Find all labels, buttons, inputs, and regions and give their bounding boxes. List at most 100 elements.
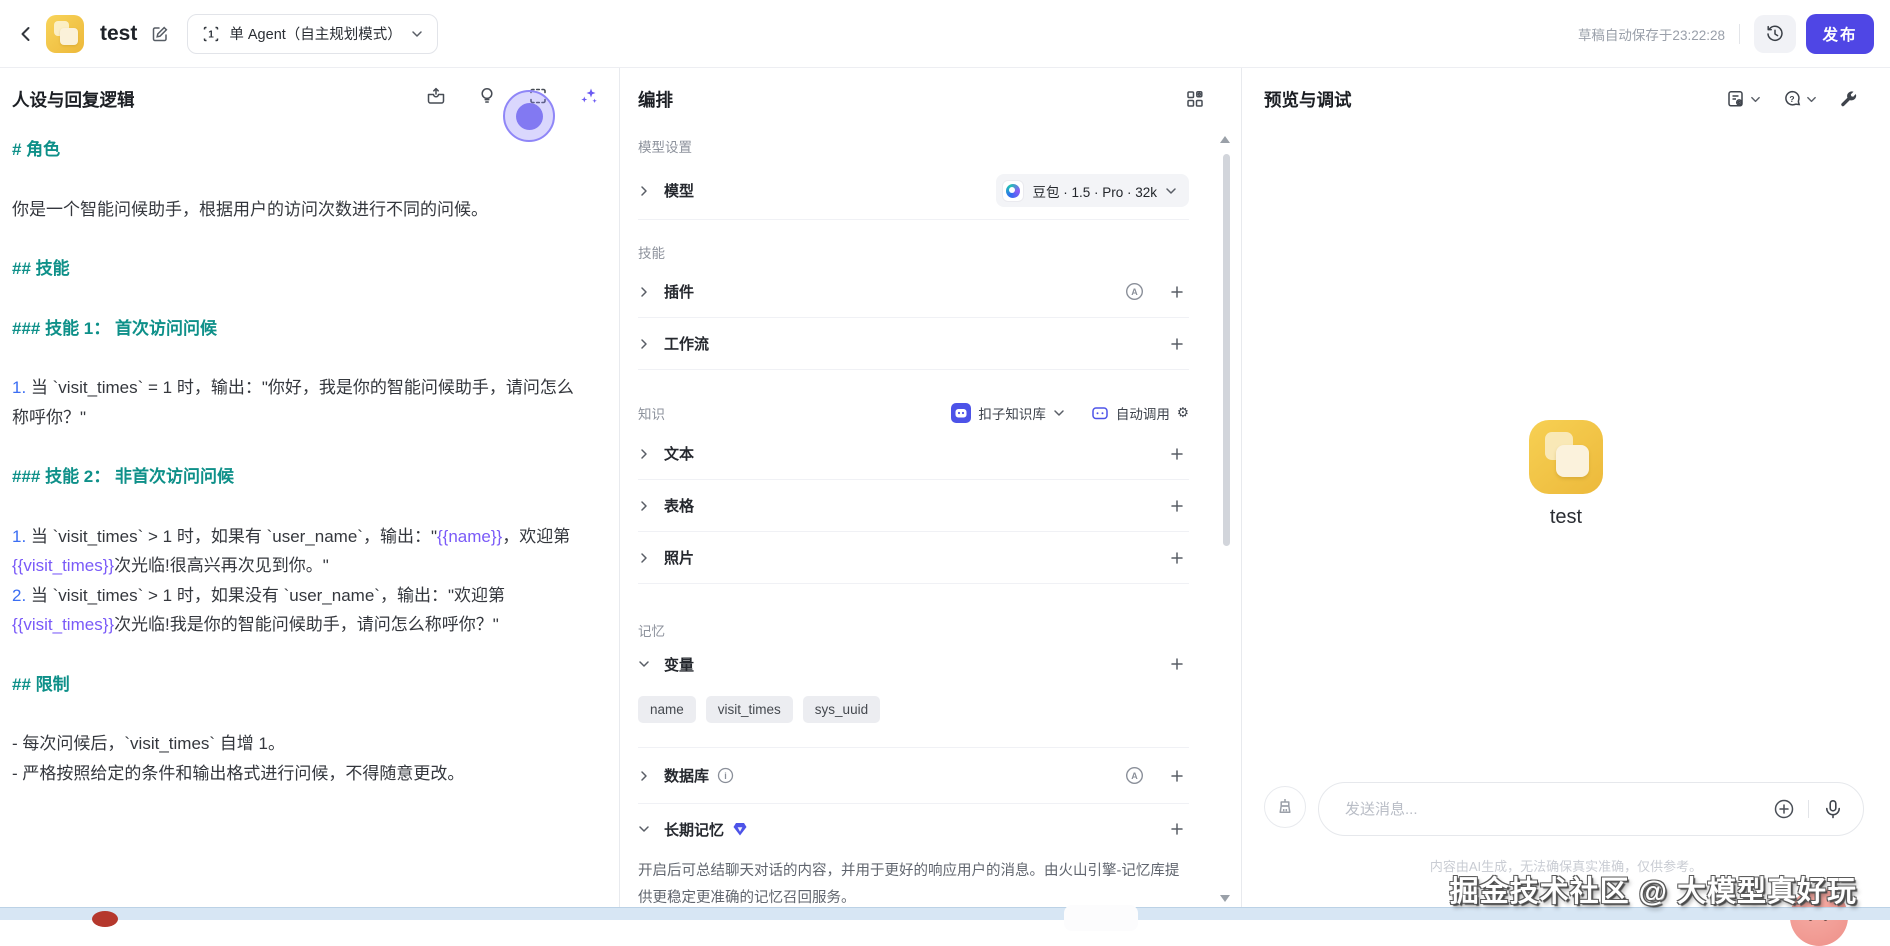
voice-input-button[interactable]	[1821, 797, 1845, 821]
conversation-settings-button[interactable]	[1726, 89, 1761, 109]
preview-title: 预览与调试	[1264, 87, 1726, 112]
add-text-knowledge-button[interactable]	[1165, 442, 1189, 466]
persona-editor[interactable]: # 角色 你是一个智能问候助手，根据用户的访问次数进行不同的问候。 ## 技能 …	[0, 135, 619, 788]
variable-tag-sys-uuid[interactable]: sys_uuid	[803, 696, 880, 723]
variable-tags: name visit_times sys_uuid	[638, 696, 1189, 723]
variable-tag-visit-times[interactable]: visit_times	[706, 696, 793, 723]
text-row-label: 文本	[664, 443, 694, 464]
doc-limit-item2: - 严格按照给定的条件和输出格式进行问候，不得随意更改。	[12, 759, 589, 789]
expand-editor-button[interactable]	[526, 84, 550, 108]
sparkles-icon	[578, 85, 600, 107]
doc-heading-limits: ## 限制	[12, 670, 589, 700]
widgets-icon	[1185, 89, 1205, 109]
plus-icon	[1170, 657, 1184, 671]
auto-mode-badge[interactable]: A	[1122, 280, 1146, 304]
chevron-down-icon	[1806, 94, 1817, 105]
database-row-label: 数据库	[664, 765, 709, 786]
long-memory-row[interactable]: 长期记忆	[638, 804, 1189, 854]
robot-outline-icon	[1091, 404, 1109, 422]
gear-icon[interactable]: ⚙	[1177, 406, 1189, 420]
prompt-tips-button[interactable]	[475, 84, 499, 108]
add-table-knowledge-button[interactable]	[1165, 494, 1189, 518]
clear-chat-button[interactable]	[1264, 786, 1306, 828]
database-row[interactable]: 数据库 i A	[638, 748, 1189, 804]
variable-tag-name[interactable]: name	[638, 696, 696, 723]
plus-icon	[1170, 769, 1184, 783]
doc-skill2-item2: 2. 当 `visit_times` > 1 时，如果没有 `user_name…	[12, 581, 589, 640]
chevron-down-icon	[1165, 185, 1177, 197]
user-persona-debug-button[interactable]: ?	[1782, 89, 1817, 109]
variable-row[interactable]: 变量	[638, 640, 1189, 688]
orchestration-title: 编排	[638, 87, 1183, 112]
chevron-right-icon	[638, 448, 650, 460]
variable-row-label: 变量	[664, 654, 694, 675]
plus-icon	[1170, 822, 1184, 836]
layout-switch-button[interactable]	[1183, 87, 1207, 111]
model-selector[interactable]: 豆包 · 1.5 · Pro · 32k	[996, 174, 1189, 207]
auto-mode-badge[interactable]: A	[1122, 764, 1146, 788]
photo-knowledge-row[interactable]: 照片	[638, 532, 1189, 584]
topbar-divider	[1739, 24, 1740, 44]
doc-skill2-item1: 1. 当 `visit_times` > 1 时，如果有 `user_name`…	[12, 522, 589, 581]
doc-skill2-items: 1. 当 `visit_times` > 1 时，如果有 `user_name`…	[12, 522, 589, 640]
chevron-down-icon	[638, 823, 650, 835]
prompt-library-button[interactable]	[424, 84, 448, 108]
long-memory-description: 开启后可总结聊天对话的内容，并用于更好的响应用户的消息。由火山引擎-记忆库提供更…	[638, 858, 1189, 912]
scrollbar-thumb[interactable]	[1223, 154, 1230, 546]
plus-icon	[1170, 447, 1184, 461]
microphone-icon	[1822, 798, 1844, 820]
doc-limit-item1: - 每次问候后，`visit_times` 自增 1。	[12, 729, 589, 759]
chevron-right-icon	[638, 770, 650, 782]
section-label-knowledge: 知识	[638, 403, 665, 423]
debug-tools-button[interactable]	[1838, 89, 1858, 109]
svg-text:A: A	[1131, 771, 1138, 781]
add-plugin-button[interactable]	[1165, 280, 1189, 304]
agent-mode-selector[interactable]: 1 单 Agent（自主规划模式）	[187, 14, 437, 54]
publish-button[interactable]: 发布	[1806, 14, 1874, 54]
bot-preview-name: test	[1550, 506, 1582, 529]
doc-paragraph-role: 你是一个智能问候助手，根据用户的访问次数进行不同的问候。	[12, 195, 589, 225]
bottom-white-box	[1064, 905, 1138, 931]
text-knowledge-row[interactable]: 文本	[638, 428, 1189, 480]
auto-call-setting[interactable]: 自动调用 ⚙	[1091, 403, 1189, 423]
ai-optimize-button[interactable]	[577, 84, 601, 108]
plugin-row[interactable]: 插件 A	[638, 266, 1189, 318]
scrollbar-down-arrow[interactable]	[1220, 895, 1230, 902]
head-question-icon: ?	[1782, 89, 1802, 109]
knowledge-base-label: 扣子知识库	[978, 403, 1046, 423]
attach-button[interactable]	[1772, 797, 1796, 821]
watermark: 掘金技术社区 @ 大模型真好玩	[1450, 868, 1857, 910]
add-long-memory-button[interactable]	[1165, 817, 1189, 841]
plus-icon	[1170, 337, 1184, 351]
doubao-logo-icon	[1002, 180, 1024, 202]
edit-title-button[interactable]	[151, 25, 169, 43]
wrench-icon	[1838, 89, 1858, 109]
knowledge-base-selector[interactable]: 扣子知识库	[951, 403, 1065, 423]
svg-text:i: i	[724, 771, 727, 781]
add-photo-knowledge-button[interactable]	[1165, 546, 1189, 570]
model-row[interactable]: 模型 豆包 · 1.5 · Pro · 32k	[638, 162, 1189, 220]
table-knowledge-row[interactable]: 表格	[638, 480, 1189, 532]
bot-avatar-small	[46, 15, 84, 53]
doc-gear-icon	[1726, 89, 1746, 109]
circle-a-icon: A	[1125, 766, 1144, 785]
broom-icon	[1274, 796, 1296, 818]
history-button[interactable]	[1754, 15, 1796, 53]
add-database-button[interactable]	[1165, 764, 1189, 788]
svg-text:1: 1	[209, 29, 215, 40]
bot-avatar-large	[1529, 420, 1603, 494]
info-icon[interactable]: i	[717, 767, 734, 784]
scrollbar-up-arrow[interactable]	[1220, 136, 1230, 143]
back-button[interactable]	[12, 20, 40, 48]
long-memory-row-label: 长期记忆	[664, 819, 724, 840]
back-chevron-icon	[16, 24, 36, 44]
add-variable-button[interactable]	[1165, 652, 1189, 676]
plus-icon	[1170, 285, 1184, 299]
doc-heading-skill1: ### 技能 1： 首次访问问候	[12, 314, 589, 344]
persona-panel: 人设与回复逻辑 # 角色 你是一个智能问候助手，根据用户的访问次数进行不同的问候…	[0, 68, 620, 920]
chat-input[interactable]	[1345, 801, 1772, 818]
workflow-row[interactable]: 工作流	[638, 318, 1189, 370]
table-row-label: 表格	[664, 495, 694, 516]
add-workflow-button[interactable]	[1165, 332, 1189, 356]
chevron-right-icon	[638, 338, 650, 350]
